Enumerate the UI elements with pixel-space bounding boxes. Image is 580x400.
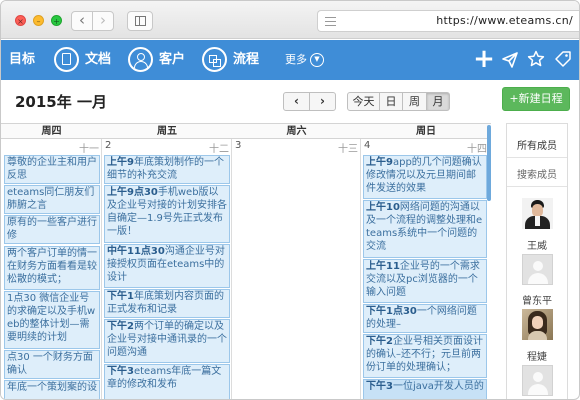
month-view-button[interactable]: 月 [426, 92, 450, 111]
workflow-icon[interactable] [202, 47, 227, 72]
lunar-date: 十二 [209, 144, 229, 155]
nav-item-goals[interactable]: 目标 [9, 40, 35, 80]
event-item[interactable]: 1点30 微信企业号的求确定以及手机web的整体计划—需要明续的计划 [4, 291, 100, 349]
calendar-grid: 周四 周五 周六 周日 十一 2 十二 3 十三 4 十四 尊敬的企业主和用户反… [1, 123, 491, 399]
lunar-date: 十一 [79, 144, 99, 155]
week-view-button[interactable]: 周 [402, 92, 427, 111]
month-title: 2015年 一月 [15, 93, 107, 111]
event-item[interactable]: 点30 一个财务方面确认 [4, 350, 100, 379]
event-item[interactable]: 中午11点30沟通企业号对接授权页面在eteams中的设计 [104, 244, 230, 288]
lunar-date: 十四 [467, 144, 487, 155]
nav-item-customers[interactable]: 客户 [159, 40, 185, 80]
address-bar[interactable]: https://www.eteams.cn/ [317, 10, 579, 32]
day-number: 3 [235, 140, 242, 151]
next-month-button[interactable]: › [309, 92, 336, 111]
day-view-button[interactable]: 日 [379, 92, 403, 111]
reader-icon [325, 17, 336, 26]
today-button[interactable]: 今天 [347, 92, 380, 111]
app-nav-bar: 目标 文档 客户 流程 更多 ▼ + [1, 40, 579, 80]
event-item[interactable]: 两个客户订单的情一在财务方面看看是较松散的模式； [4, 246, 100, 290]
divider [507, 186, 567, 187]
tag-icon[interactable] [554, 50, 572, 68]
lunar-date: 十三 [338, 144, 358, 155]
nav-item-workflow[interactable]: 流程 [233, 40, 259, 80]
minimize-window-icon[interactable]: – [33, 15, 44, 26]
day-header-sun: 周日 [361, 123, 491, 139]
day-header-thu: 周四 [1, 123, 102, 139]
divider [507, 157, 567, 158]
chevron-down-icon[interactable]: ▼ [310, 53, 324, 67]
avatar[interactable] [522, 309, 553, 340]
star-icon[interactable] [527, 50, 545, 68]
avatar[interactable] [522, 254, 553, 285]
event-item[interactable]: 下午2企业号相关页面设计的确认–还不行；元旦前两份订单的处理确认； [363, 334, 487, 378]
calendar-scrollbar[interactable] [487, 125, 491, 201]
send-icon[interactable] [501, 51, 519, 69]
day-number: 2 [105, 140, 112, 151]
more-menu[interactable]: 更多 [285, 40, 307, 80]
event-item[interactable]: 上午9app的几个问题确认修改情况以及元旦期间邮件发送的效果 [363, 155, 487, 199]
avatar[interactable] [522, 198, 553, 229]
day-header-fri: 周五 [102, 123, 232, 139]
members-panel: 所有成员 搜索成员 王威 曾东平 程婕 [506, 123, 568, 399]
event-item[interactable]: 上午9年底策划制作的一个细节的补充交流 [104, 155, 230, 184]
prev-month-button[interactable]: ‹ [283, 92, 310, 111]
event-item[interactable]: 下午2两个订单的确定以及企业号对接中通讯录的一个问题沟通 [104, 319, 230, 363]
day-cell-sat[interactable] [232, 139, 361, 399]
nav-item-documents[interactable]: 文档 [85, 40, 111, 80]
avatar[interactable] [522, 365, 553, 396]
member-name[interactable]: 王威 [507, 237, 567, 252]
browser-toolbar: × – + ‹ › https://www.eteams.cn/ [1, 1, 579, 39]
event-item[interactable]: 年底一个策划案的设 [4, 380, 100, 399]
sidebar-toggle-button[interactable] [127, 11, 153, 31]
event-item[interactable]: 上午11企业号的一个需求交流以及pc浏览器的一个输入问题 [363, 259, 487, 303]
add-icon[interactable]: + [473, 40, 495, 80]
event-item[interactable]: 下午3一位java开发人员的 [363, 379, 487, 399]
member-name[interactable]: 曾东平 [507, 292, 567, 307]
all-members-link[interactable]: 所有成员 [507, 137, 567, 152]
event-item[interactable]: eteams同仁朋友们肺腑之言 [4, 185, 100, 214]
url-text: https://www.eteams.cn/ [436, 14, 573, 27]
customer-icon[interactable] [128, 47, 153, 72]
maximize-window-icon[interactable]: + [51, 15, 62, 26]
search-members-link[interactable]: 搜索成员 [507, 166, 567, 181]
sidebar-icon [135, 16, 146, 26]
event-item[interactable]: 尊敬的企业主和用户反思 [4, 155, 100, 184]
event-item[interactable]: 下午1年底策划内容页面的正式发布和记录 [104, 289, 230, 318]
member-name[interactable]: 程婕 [507, 348, 567, 363]
day-header-sat: 周六 [232, 123, 361, 139]
back-button[interactable]: ‹ [71, 11, 93, 31]
event-item[interactable]: 下午3eteams年底一篇文章的修改和发布 [104, 364, 230, 399]
close-window-icon[interactable]: × [15, 15, 26, 26]
new-schedule-button[interactable]: +新建日程 [502, 87, 570, 111]
event-item[interactable]: 上午10网络问题的沟通以及一个流程的调整处理和eteams系统中一个问题的交流 [363, 200, 487, 258]
browser-window: × – + ‹ › https://www.eteams.cn/ 目标 文档 客… [0, 0, 580, 400]
event-item[interactable]: 下午1点30一个网络问题的处理– [363, 304, 487, 333]
document-icon[interactable] [54, 47, 79, 72]
event-item[interactable]: 上午9点30手机web版以及企业号对接的计划安排各自确定—1.9号先正式发布一版… [104, 185, 230, 243]
event-item[interactable]: 原有的一些客户进行修 [4, 215, 100, 244]
forward-button[interactable]: › [92, 11, 114, 31]
day-number: 4 [364, 140, 371, 151]
